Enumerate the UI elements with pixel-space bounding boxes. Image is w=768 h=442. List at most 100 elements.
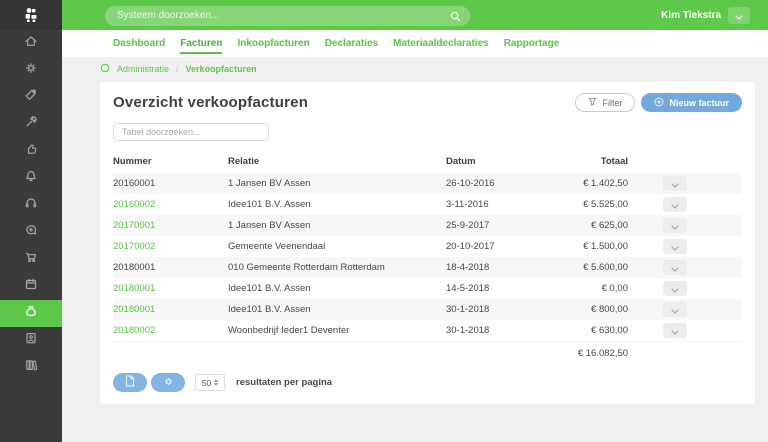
cell-datum: 14-5-2018 — [446, 278, 558, 299]
cell-totaal: € 800,00 — [558, 299, 628, 320]
table-row[interactable]: 20170001 1 Jansen BV Assen 25-9-2017 € 6… — [113, 215, 742, 236]
cell-actions — [628, 257, 742, 278]
bell-icon — [23, 168, 39, 189]
sidebar-item-personnel[interactable] — [0, 327, 62, 354]
cell-datum: 20-10-2017 — [446, 236, 558, 257]
table-row[interactable]: 20160002 Idee101 B.V. Assen 3-11-2016 € … — [113, 194, 742, 215]
row-expand-button[interactable] — [663, 323, 687, 338]
breadcrumb: Administratie / Verkoopfacturen — [100, 63, 257, 75]
table-header-row: Nummer Relatie Datum Totaal — [113, 149, 742, 173]
row-expand-button[interactable] — [663, 197, 687, 212]
cell-nummer: 20170001 — [113, 215, 228, 236]
table-row[interactable]: 20180002 Woonbedrijf Ieder1 Deventer 30-… — [113, 320, 742, 341]
cell-totaal: € 1.500,00 — [558, 236, 628, 257]
sidebar-item-products[interactable] — [0, 138, 62, 165]
row-expand-button[interactable] — [663, 281, 687, 296]
nav-tab[interactable]: Declaraties — [325, 32, 378, 56]
global-search-input[interactable] — [105, 6, 470, 26]
nav-tab[interactable]: Rapportage — [504, 32, 560, 56]
cell-datum: 30-1-2018 — [446, 299, 558, 320]
user-name: Kim Tiekstra — [661, 10, 721, 21]
table-row[interactable]: 20180001 Idee101 B.V. Assen 14-5-2018 € … — [113, 278, 742, 299]
sidebar-item-home[interactable] — [0, 30, 62, 57]
table-search-input[interactable] — [113, 123, 269, 141]
breadcrumb-item-administratie[interactable]: Administratie — [117, 64, 169, 74]
table-row[interactable]: 20180001 Idee101 B.V. Assen 30-1-2018 € … — [113, 299, 742, 320]
topbar: Kim Tiekstra — [62, 0, 768, 30]
sidebar-item-messages[interactable] — [0, 219, 62, 246]
chat-bubble-icon — [23, 222, 39, 243]
sidebar-item-orders[interactable] — [0, 246, 62, 273]
table-settings-button[interactable] — [151, 373, 185, 392]
cell-totaal: € 5.525,00 — [558, 194, 628, 215]
table-row[interactable]: 20180001 010 Gemeente Rotterdam Rotterda… — [113, 257, 742, 278]
sidebar-item-finance[interactable] — [0, 300, 62, 327]
cell-relatie: 010 Gemeente Rotterdam Rotterdam — [228, 257, 446, 278]
shopping-cart-icon — [23, 249, 39, 270]
cell-actions — [628, 215, 742, 236]
row-expand-button[interactable] — [663, 260, 687, 275]
sidebar-item-support[interactable] — [0, 192, 62, 219]
nav-tab[interactable]: Facturen — [180, 32, 222, 56]
invoice-number: 20160002 — [113, 199, 155, 210]
headset-icon — [23, 195, 39, 216]
home-icon — [23, 33, 39, 54]
row-expand-button[interactable] — [663, 218, 687, 233]
gear-icon — [163, 375, 174, 390]
nav-tab[interactable]: Materiaaldeclaraties — [393, 32, 489, 56]
nav-tab[interactable]: Dashboard — [113, 32, 165, 56]
table-row[interactable]: 20170002 Gemeente Veenendaal 20-10-2017 … — [113, 236, 742, 257]
cell-nummer: 20180002 — [113, 320, 228, 341]
cell-totaal: € 625,00 — [558, 215, 628, 236]
total-row: € 16.082,50 — [113, 341, 742, 365]
cell-relatie: Idee101 B.V. Assen — [228, 278, 446, 299]
table-row[interactable]: 20160001 1 Jansen BV Assen 26-10-2016 € … — [113, 173, 742, 194]
search-icon — [450, 9, 461, 27]
user-dropdown-button[interactable] — [728, 7, 750, 24]
app-logo[interactable] — [0, 0, 62, 30]
column-header-totaal: Totaal — [558, 149, 628, 173]
cell-datum: 18-4-2018 — [446, 257, 558, 278]
chevron-down-icon — [671, 302, 679, 317]
sidebar-item-tools[interactable] — [0, 111, 62, 138]
filter-button[interactable]: Filter — [575, 93, 635, 112]
invoice-number: 20160001 — [113, 178, 155, 189]
invoices-table: Nummer Relatie Datum Totaal 20160001 1 J… — [113, 149, 742, 365]
cell-relatie: Gemeente Veenendaal — [228, 236, 446, 257]
cell-actions — [628, 173, 742, 194]
cell-nummer: 20160002 — [113, 194, 228, 215]
cell-relatie: Idee101 B.V. Assen — [228, 299, 446, 320]
cell-nummer: 20170002 — [113, 236, 228, 257]
column-header-actions — [628, 149, 742, 173]
breadcrumb-home-icon[interactable] — [100, 63, 110, 75]
chevron-down-icon — [671, 218, 679, 233]
main-nav: Dashboard Facturen Inkoopfacturen Declar… — [62, 30, 768, 57]
new-invoice-button[interactable]: Nieuw factuur — [641, 93, 742, 112]
document-icon — [125, 375, 135, 390]
cell-actions — [628, 299, 742, 320]
invoice-number: 20170001 — [113, 220, 155, 231]
export-document-button[interactable] — [113, 373, 147, 392]
chevron-down-icon — [735, 8, 743, 23]
global-search — [105, 5, 470, 25]
column-header-datum: Datum — [446, 149, 558, 173]
sidebar-item-archive[interactable] — [0, 354, 62, 381]
nav-tab[interactable]: Inkoopfacturen — [237, 32, 309, 56]
sidebar-item-planning[interactable] — [0, 273, 62, 300]
row-expand-button[interactable] — [663, 176, 687, 191]
breadcrumb-item-verkoopfacturen[interactable]: Verkoopfacturen — [186, 64, 257, 74]
sidebar-item-settings[interactable] — [0, 57, 62, 84]
sidebar-item-notifications[interactable] — [0, 165, 62, 192]
row-expand-button[interactable] — [663, 302, 687, 317]
cell-totaal: € 5.600,00 — [558, 257, 628, 278]
sidebar-item-tags[interactable] — [0, 84, 62, 111]
row-expand-button[interactable] — [663, 239, 687, 254]
pagination: 50 resultaten per pagina — [113, 373, 742, 392]
grand-total: € 16.082,50 — [558, 341, 628, 365]
filter-button-label: Filter — [602, 98, 622, 108]
cell-actions — [628, 194, 742, 215]
page-size-select[interactable]: 50 — [195, 374, 225, 391]
thumbs-up-icon — [23, 141, 39, 162]
new-invoice-button-label: Nieuw factuur — [669, 98, 729, 108]
cell-nummer: 20180001 — [113, 257, 228, 278]
